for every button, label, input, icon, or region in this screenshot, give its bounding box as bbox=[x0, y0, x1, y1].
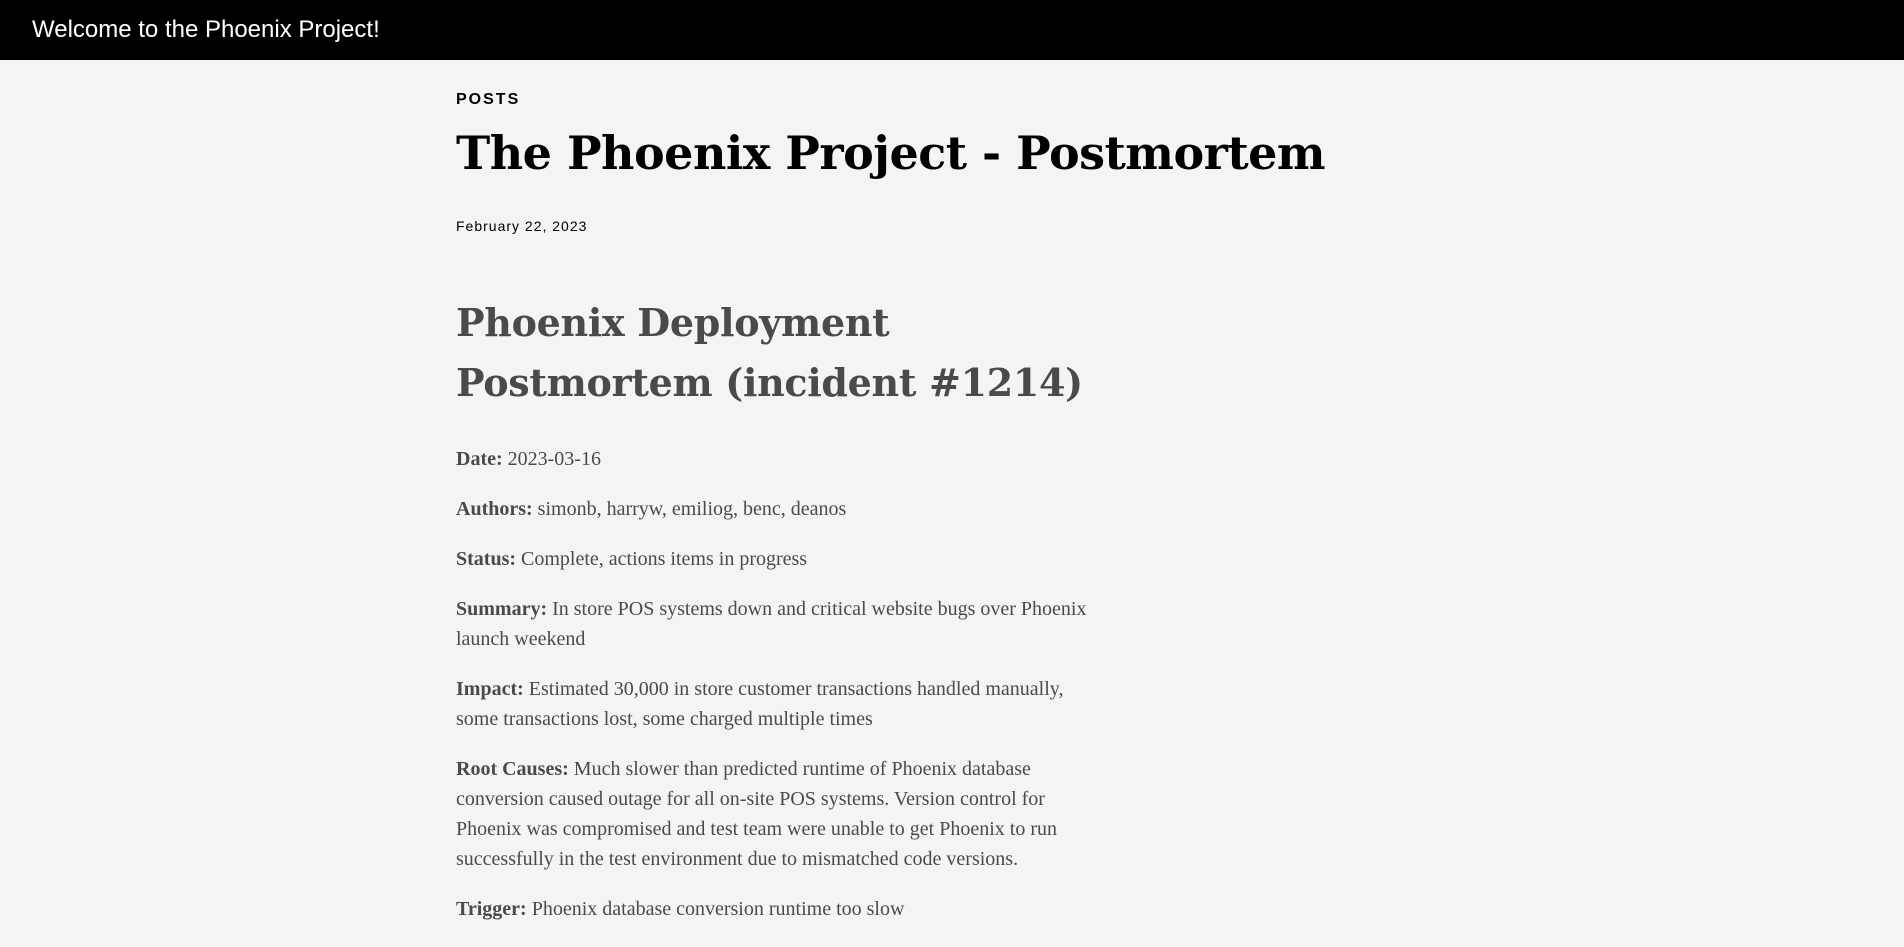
field-value: Phoenix database conversion runtime too … bbox=[531, 898, 905, 920]
post-title: The Phoenix Project - Postmortem bbox=[456, 126, 1326, 180]
field-label: Root Causes: bbox=[456, 758, 569, 780]
post-body: Phoenix Deployment Postmortem (incident … bbox=[456, 293, 1106, 944]
field-label: Status: bbox=[456, 548, 517, 570]
field-root-causes: Root Causes: Much slower than predicted … bbox=[456, 754, 1106, 874]
field-trigger: Trigger: Phoenix database conversion run… bbox=[456, 894, 1106, 924]
post-date: February 22, 2023 bbox=[456, 218, 588, 234]
field-label: Impact: bbox=[456, 678, 524, 700]
field-value: In store POS systems down and critical w… bbox=[456, 598, 1087, 650]
field-impact: Impact: Estimated 30,000 in store custom… bbox=[456, 674, 1106, 734]
field-authors: Authors: simonb, harryw, emiliog, benc, … bbox=[456, 494, 1106, 524]
field-summary: Summary: In store POS systems down and c… bbox=[456, 594, 1106, 654]
incident-heading: Phoenix Deployment Postmortem (incident … bbox=[456, 300, 1083, 405]
field-label: Date: bbox=[456, 448, 503, 470]
field-value: Complete, actions items in progress bbox=[521, 548, 808, 570]
site-title-link[interactable]: Welcome to the Phoenix Project! bbox=[32, 15, 380, 45]
field-value: Estimated 30,000 in store customer trans… bbox=[456, 678, 1064, 730]
field-label: Summary: bbox=[456, 598, 548, 620]
section-label-posts[interactable]: POSTS bbox=[456, 90, 520, 110]
field-label: Trigger: bbox=[456, 898, 527, 920]
field-date: Date: 2023-03-16 bbox=[456, 444, 1106, 474]
site-header: Welcome to the Phoenix Project! bbox=[0, 0, 1904, 60]
field-value: 2023-03-16 bbox=[507, 448, 601, 470]
field-status: Status: Complete, actions items in progr… bbox=[456, 544, 1106, 574]
field-value: simonb, harryw, emiliog, benc, deanos bbox=[537, 498, 847, 520]
field-label: Authors: bbox=[456, 498, 533, 520]
